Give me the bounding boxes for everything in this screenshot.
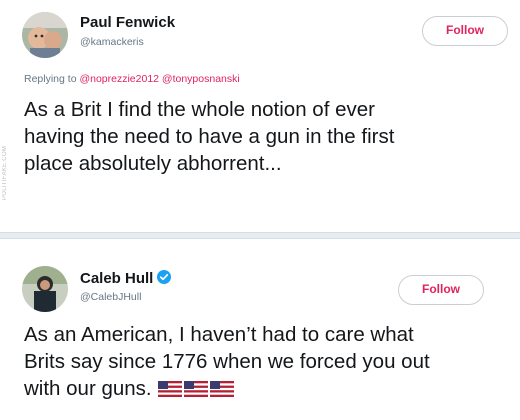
follow-button[interactable]: Follow xyxy=(398,275,484,305)
tweet-text-line: As an American, I haven’t had to care wh… xyxy=(24,323,414,346)
watermark: POLITIFAKE.COM xyxy=(2,145,8,200)
tweet-text-line: having the need to have a gun in the fir… xyxy=(24,125,395,148)
follow-button[interactable]: Follow xyxy=(422,16,508,46)
display-name-text[interactable]: Caleb Hull xyxy=(80,270,153,287)
tweet-text-line: place absolutely abhorrent... xyxy=(24,152,282,175)
tweet-text-line: As a Brit I find the whole notion of eve… xyxy=(24,98,375,121)
display-name[interactable]: Paul Fenwick xyxy=(80,14,175,31)
us-flag-icon xyxy=(157,377,182,404)
mention-link[interactable]: @tonyposnanski xyxy=(162,73,240,85)
user-handle[interactable]: @CalebJHull xyxy=(80,291,141,303)
flag-emoji-group xyxy=(157,377,236,404)
user-handle[interactable]: @kamackeris xyxy=(80,36,144,48)
display-name[interactable]: Caleb Hull xyxy=(80,270,172,288)
divider xyxy=(0,232,520,239)
us-flag-icon xyxy=(209,377,234,404)
avatar[interactable] xyxy=(22,266,68,312)
us-flag-icon xyxy=(183,377,208,404)
replying-to: Replying to @noprezzie2012 @tonyposnansk… xyxy=(24,73,240,85)
replying-to-label: Replying to xyxy=(24,73,77,85)
mention-link[interactable]: @noprezzie2012 xyxy=(79,73,159,85)
avatar[interactable] xyxy=(22,12,68,58)
tweet-text-line: Brits say since 1776 when we forced you … xyxy=(24,350,430,373)
verified-badge-icon xyxy=(157,270,172,288)
tweet-text: As an American, I haven’t had to care wh… xyxy=(24,321,430,404)
tweet-text: As a Brit I find the whole notion of eve… xyxy=(24,96,394,177)
tweet-text-fragment: with our guns. xyxy=(24,377,152,400)
tweet-text-line: with our guns. xyxy=(24,375,430,404)
